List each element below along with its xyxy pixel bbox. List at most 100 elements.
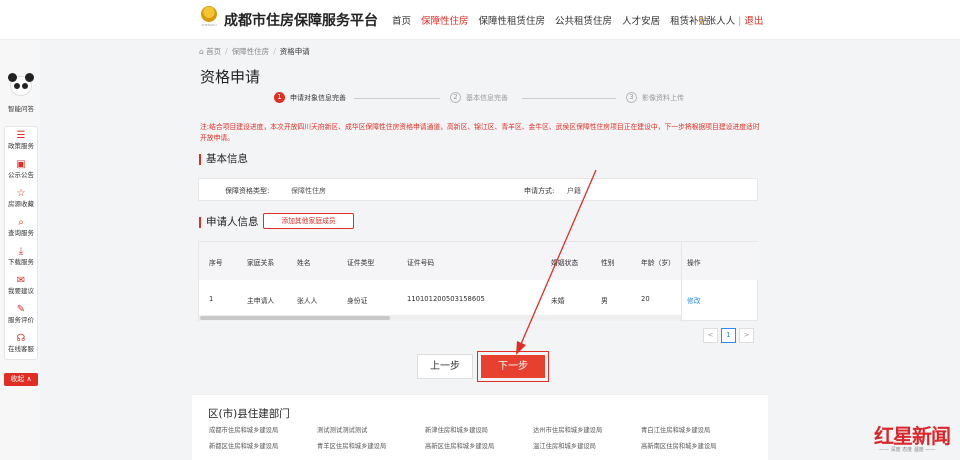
table-header: 序号 家庭关系 姓名 证件类型 证件号码 婚姻状态 性别 年龄（岁） 操作 xyxy=(199,242,759,280)
breadcrumb-current: 资格申请 xyxy=(279,47,310,56)
top-navbar: CHENGDU 成都市住房保障服务平台 首页 保障性住房 保障性租赁住房 公共租… xyxy=(0,0,960,40)
row-index: 1 xyxy=(209,295,214,303)
row-gender: 男 xyxy=(601,297,608,305)
notice-text: 注:结合项目建设进度，本次开放四川天府新区、成华区保障性住房资格申请通道，高新区… xyxy=(200,123,760,142)
side-item-announcements[interactable]: ▣ 公示公告 xyxy=(5,158,37,185)
breadcrumb-affordable-housing[interactable]: 保障性住房 xyxy=(232,47,270,56)
step-indicator: 1 申请对象信息完善 2 基本信息完善 3 影像资料上传 xyxy=(274,92,694,106)
logout-link[interactable]: 退出 xyxy=(744,16,763,27)
watermark-main-text: 红星新闻 xyxy=(874,424,951,448)
nav-item-affordable-housing[interactable]: 保障性住房 xyxy=(421,13,469,27)
step-label: 申请对象信息完善 xyxy=(290,93,346,102)
headset-icon: ☊ xyxy=(16,333,26,344)
user-name[interactable]: 张人人 xyxy=(707,16,736,27)
site-title[interactable]: 成都市住房保障服务平台 xyxy=(224,10,378,30)
breadcrumb-divider: / xyxy=(225,47,228,56)
side-item-label: 服务评价 xyxy=(8,316,34,324)
side-item-suggestion[interactable]: ✉ 我要建议 xyxy=(5,274,37,301)
department-link[interactable]: 达州市住房和城乡建设局 xyxy=(533,425,602,434)
side-item-label: 我要建议 xyxy=(8,287,34,295)
department-section-title: 区(市)县住建部门 xyxy=(208,408,290,420)
step-2: 2 基本信息完善 xyxy=(450,92,508,103)
column-header: 婚姻状态 xyxy=(551,259,579,267)
side-item-label: 公示公告 xyxy=(8,171,34,179)
row-id-type: 身份证 xyxy=(347,297,368,305)
prev-step-button[interactable]: 上一步 xyxy=(417,354,473,379)
step-number: 3 xyxy=(626,92,637,103)
department-link[interactable]: 青羊区住房和城乡建设局 xyxy=(317,441,386,450)
next-page-button[interactable]: > xyxy=(739,328,754,343)
side-item-label: 政策服务 xyxy=(8,142,34,150)
side-item-label: 房源收藏 xyxy=(8,200,34,208)
side-item-query[interactable]: ⌕ 查询服务 xyxy=(5,216,37,243)
main-nav: 首页 保障性住房 保障性租赁住房 公共租赁住房 人才安居 租赁补贴 xyxy=(392,13,708,27)
nav-item-affordable-rental[interactable]: 保障性租赁住房 xyxy=(479,13,546,27)
column-header: 性别 xyxy=(601,259,615,267)
department-link[interactable]: 成都市住房和城乡建设局 xyxy=(209,425,278,434)
user-icon: ♀ xyxy=(698,17,705,27)
user-separator: | xyxy=(738,16,742,27)
step-number: 1 xyxy=(274,92,285,103)
edit-icon: ✎ xyxy=(16,304,26,315)
application-method-value: 户籍 xyxy=(567,187,581,195)
main-content: ⌂ 首页 / 保障性住房 / 资格申请 资格申请 1 申请对象信息完善 2 基本信息完善 3… xyxy=(192,40,768,460)
breadcrumb-home[interactable]: 首页 xyxy=(206,47,221,56)
department-link[interactable]: 高新区住房和城乡建设局 xyxy=(425,441,494,450)
watermark-sub-text: —— 深度 态度 温度 —— xyxy=(879,447,936,453)
page-number-button[interactable]: 1 xyxy=(721,328,736,343)
department-link[interactable]: 新津住房和城乡建设局 xyxy=(425,425,488,434)
sidebar-collapse-button[interactable]: 收起 ∧ xyxy=(4,373,38,386)
home-icon: ⌂ xyxy=(199,47,204,56)
side-item-download[interactable]: ⤓ 下载服务 xyxy=(5,245,37,272)
side-menu: ☰ 政策服务 ▣ 公示公告 ☆ 房源收藏 ⌕ 查询服务 ⤓ 下载服务 ✉ 我要建议 ✎ 服务评… xyxy=(4,126,38,360)
site-logo[interactable]: CHENGDU xyxy=(200,6,218,28)
fixed-column-divider xyxy=(681,242,682,322)
department-link[interactable]: 青白江住房和城乡建设局 xyxy=(641,425,710,434)
application-method-label: 申请方式: xyxy=(524,187,555,195)
user-area: ♀ 张人人 | 退出 xyxy=(698,13,763,27)
download-icon: ⤓ xyxy=(18,246,24,257)
add-family-member-button[interactable]: 添加其他家庭成员 xyxy=(263,213,354,229)
prev-page-button[interactable]: < xyxy=(703,328,718,343)
logo-emblem-icon xyxy=(201,6,217,22)
side-item-online-support[interactable]: ☊ 在线客服 xyxy=(5,332,37,359)
department-link[interactable]: 新都区住房和城乡建设局 xyxy=(209,441,278,450)
row-relation: 主申请人 xyxy=(247,297,275,305)
step-label: 基本信息完善 xyxy=(466,93,508,102)
logo-subtext: CHENGDU xyxy=(201,23,217,27)
department-links-section: 区(市)县住建部门 成都市住房和城乡建设局 测试测试测试测试 新津住房和城乡建设… xyxy=(192,394,768,460)
nav-item-public-rental[interactable]: 公共租赁住房 xyxy=(555,13,612,27)
row-age: 20 xyxy=(641,295,650,303)
side-item-evaluation[interactable]: ✎ 服务评价 xyxy=(5,303,37,330)
edit-link[interactable]: 修改 xyxy=(687,295,701,305)
search-icon: ⌕ xyxy=(18,217,24,228)
column-header: 序号 xyxy=(209,259,223,267)
basic-info-box: 保障资格类型: 保障性住房 申请方式: 户籍 xyxy=(198,178,758,201)
breadcrumb: ⌂ 首页 / 保障性住房 / 资格申请 xyxy=(199,46,310,57)
announcement-icon: ▣ xyxy=(16,159,26,170)
side-item-policy[interactable]: ☰ 政策服务 xyxy=(5,129,37,156)
horizontal-scrollbar[interactable] xyxy=(199,315,681,321)
department-link[interactable]: 测试测试测试测试 xyxy=(317,425,367,434)
nav-item-home[interactable]: 首页 xyxy=(392,13,411,27)
step-label: 影像资料上传 xyxy=(642,93,684,102)
column-header: 年龄（岁） xyxy=(641,259,675,267)
side-item-label: 下载服务 xyxy=(8,258,34,266)
step-connector xyxy=(354,98,440,99)
side-item-favorites[interactable]: ☆ 房源收藏 xyxy=(5,187,37,214)
star-icon: ☆ xyxy=(16,188,26,199)
breadcrumb-divider: / xyxy=(273,47,276,56)
department-link[interactable]: 温江住房和城乡建设局 xyxy=(533,441,596,450)
column-header: 证件类型 xyxy=(347,259,375,267)
side-item-label: 在线客服 xyxy=(8,345,34,353)
department-link[interactable]: 高新南区住房和城乡建设局 xyxy=(641,441,717,450)
qualification-type-value: 保障性住房 xyxy=(291,187,326,195)
scrollbar-thumb[interactable] xyxy=(200,316,390,320)
nav-item-talent-housing[interactable]: 人才安居 xyxy=(622,13,660,27)
column-header: 操作 xyxy=(687,259,701,267)
assistant-label[interactable]: 智能问答 xyxy=(4,103,38,113)
mail-icon: ✉ xyxy=(16,275,26,286)
panda-assistant-icon[interactable] xyxy=(7,73,35,99)
qualification-type-label: 保障资格类型: xyxy=(225,187,270,195)
next-step-button[interactable]: 下一步 xyxy=(481,355,545,378)
